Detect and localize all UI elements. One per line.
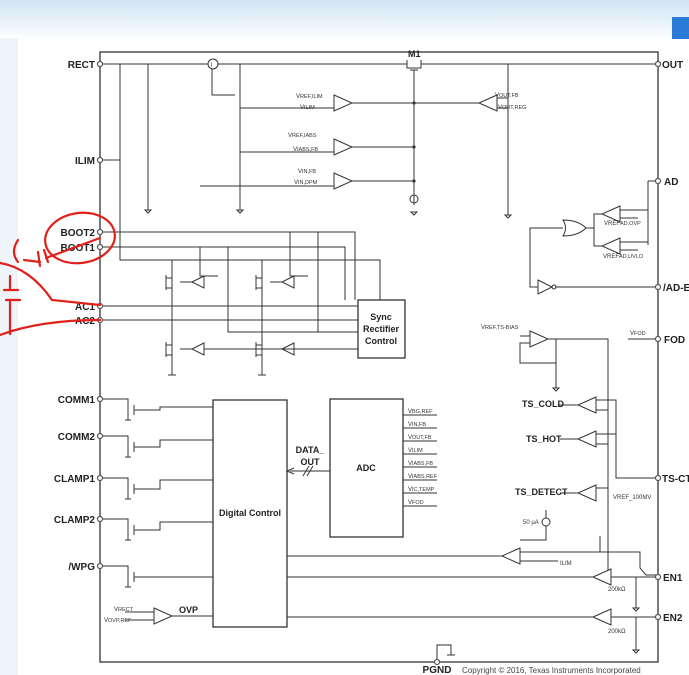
adc-in-2: VOUT,FB [408,435,432,441]
sync-label-2: Rectifier [363,324,400,334]
left-pins: RECT ILIM BOOT2 BOOT1 AC1 AC2 COMM1 COMM… [54,60,104,573]
adc-in-7: VFOD [408,500,424,506]
adc-label: ADC [356,463,376,473]
pin-comm2: COMM2 [58,432,96,443]
comp4-b: VOUT,REG [498,105,526,111]
right-pins: OUT AD /AD-E FOD TS-CT EN1 EN2 [654,60,689,624]
adc-in-6: VIC,TEMP [408,487,435,493]
current-source-label: 50 µA [523,520,539,526]
block-diagram: I M1 VREF,ILIM VILIM VREF,IABS VIABS,FB … [0,49,689,675]
pin-boot1: BOOT1 [61,243,96,254]
pin-en2: EN2 [663,613,683,624]
comp2-b: VIABS,FB [293,147,318,153]
data-out-label-1: DATA_ [296,445,326,455]
sync-label-1: Sync [370,312,392,322]
vovp-ref-label: VOVP,REF [104,618,132,624]
ilim-small-label: ILIM [560,561,572,567]
copyright-text: Copyright © 2016, Texas Instruments Inco… [462,666,641,675]
pin-ilim: ILIM [75,156,95,167]
comp3-b: VIN,DPM [294,180,318,186]
pin-comm1: COMM1 [58,395,96,406]
pin-rect: RECT [68,60,95,71]
pin-boot2: BOOT2 [61,228,96,239]
pin-fod: FOD [664,335,685,346]
pin-en1: EN1 [663,573,683,584]
sync-label-3: Control [365,336,397,346]
vref-ts-bias: VREF,TS-BIAS [481,325,519,331]
comp1-b: VILIM [300,105,315,111]
ts-detect-label: TS_DETECT [515,487,568,497]
pin-out: OUT [662,60,683,71]
vref-100mv-label: VREF_100MV [613,495,651,501]
vref-ad-uvlo: VREFAD,UVLO [603,254,644,260]
pin-wpg: /WPG [68,562,95,573]
comp2-a: VREF,IABS [288,133,317,139]
pin-clamp1: CLAMP1 [54,474,96,485]
m1-label: M1 [408,49,421,59]
comp3-a: VIN,FB [298,169,316,175]
pin-clamp2: CLAMP2 [54,515,96,526]
data-out-label-2: OUT [301,457,321,467]
comp4-a: VOUT,FB [495,93,519,99]
resistor-en1-label: 200kΩ [608,587,626,593]
pin-ts-ctrl: TS-CT [662,474,689,485]
pin-ad: AD [664,177,678,188]
comp1-a: VREF,ILIM [296,94,323,100]
pin-ad-en: /AD-E [663,283,689,294]
resistor-en2-label: 200kΩ [608,629,626,635]
digital-control-label: Digital Control [219,508,281,518]
adc-in-4: VIABS,FB [408,461,433,467]
adc-in-3: VILIM [408,448,423,454]
vrect-label: VRECT [114,607,134,613]
adc-in-5: VIABS,REF [408,474,438,480]
ovp-label: OVP [179,605,198,615]
vfod-label: VFOD [630,331,646,337]
vref-ad-ovp: VREFAD,OVP [604,221,641,227]
adc-in-1: VIN,FB [408,422,426,428]
ts-hot-label: TS_HOT [526,434,562,444]
adc-in-0: VBG,REF [408,409,433,415]
ts-cold-label: TS_COLD [522,399,565,409]
pin-pgnd: PGND [423,665,452,675]
